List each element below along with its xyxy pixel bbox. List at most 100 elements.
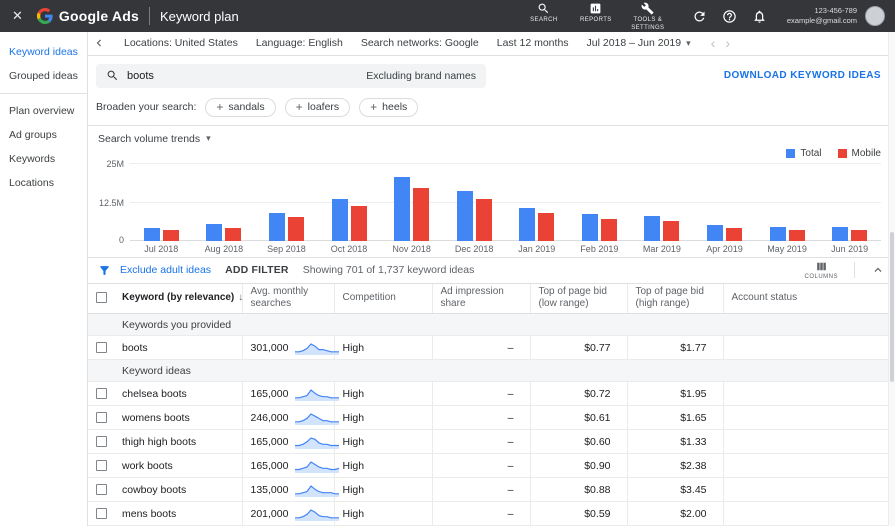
sparkline-chart [294,340,340,356]
column-header-account-status[interactable]: Account status [723,283,895,314]
row-checkbox[interactable] [96,342,107,354]
y-tick-12-5m: 12.5M [98,197,124,208]
table-row-boots[interactable]: boots 301,000 High – $0.77 $1.77 [88,335,895,360]
select-all-checkbox[interactable] [96,291,107,303]
sidebar-item-ad-groups[interactable]: Ad groups [0,123,87,147]
row-checkbox[interactable] [96,484,107,496]
add-filter-button[interactable]: ADD FILTER [225,264,289,276]
row-checkbox[interactable] [96,388,107,400]
bid-low-cell: $0.61 [530,405,628,430]
avg-searches-value: 165,000 [250,435,289,448]
filter-funnel-icon [100,265,109,275]
collapse-chart-button[interactable] [871,263,885,277]
reports-nav-button[interactable]: REPORTS [573,0,619,25]
sidebar-item-locations[interactable]: Locations [0,171,87,195]
table-row-thigh-high-boots[interactable]: thigh high boots 165,000 High – $0.60 $1… [88,429,895,454]
row-checkbox[interactable] [96,436,107,448]
showing-count-text: Showing 701 of 1,737 keyword ideas [302,264,475,277]
google-ads-logo[interactable]: Google Ads [36,8,139,24]
date-next-button[interactable]: › [725,35,730,51]
chart-type-dropdown[interactable]: Search volume trends ▾ [96,131,213,147]
sparkline-chart [294,458,340,474]
column-header-avg-searches[interactable]: Avg. monthly searches [242,283,335,314]
row-checkbox[interactable] [96,412,107,424]
settings-networks[interactable]: Search networks: Google [361,37,479,49]
table-row-womens-boots[interactable]: womens boots 246,000 High – $0.61 $1.65 [88,405,895,430]
scrollbar-thumb[interactable] [890,232,894,382]
settings-locations[interactable]: Locations: United States [124,37,238,49]
search-volume-trends-chart: Search volume trends ▾ Total Mobile 25M 1… [88,126,895,258]
broaden-chip-sandals[interactable]: + sandals [205,97,276,117]
sidebar-item-keyword-ideas[interactable]: Keyword ideas [0,40,87,64]
avg-searches-cell: 165,000 [242,429,340,454]
bar-group [380,163,443,241]
column-header-keyword[interactable]: Keyword (by relevance) ↓ [114,283,244,314]
table-row-work-boots[interactable]: work boots 165,000 High – $0.90 $2.38 [88,453,895,478]
keyword-search-input[interactable]: boots Excluding brand names [96,63,486,88]
avatar[interactable] [865,6,885,26]
competition-cell: High [334,381,433,406]
tools-settings-nav-button[interactable]: TOOLS & SETTINGS [625,0,671,33]
column-header-competition[interactable]: Competition [334,283,433,314]
columns-button[interactable]: COLUMNS [804,260,838,280]
sort-desc-icon: ↓ [238,292,244,303]
page-title: Keyword plan [159,8,239,24]
legend-swatch [786,148,796,158]
sparkline-chart [294,434,340,450]
column-header-bid-high[interactable]: Top of page bid (high range) [627,283,724,314]
search-nav-button[interactable]: SEARCH [521,0,567,25]
wrench-icon [641,2,654,15]
sidebar-item-plan-overview[interactable]: Plan overview [0,99,87,123]
competition-cell: High [334,453,433,478]
x-axis-label: Apr 2019 [706,243,743,254]
table-row-cowboy-boots[interactable]: cowboy boots 135,000 High – $0.88 $3.45 [88,477,895,502]
account-info[interactable]: 123-456-789 example@gmail.com [787,6,857,27]
row-checkbox[interactable] [96,460,107,472]
chart-title: Search volume trends [98,132,201,145]
keyword-cell: mens boots [114,501,243,526]
keyword-cell: work boots [114,453,243,478]
x-axis-label: Nov 2018 [392,243,431,254]
bid-low-cell: $0.72 [530,381,628,406]
sidebar-divider [0,93,87,94]
column-header-ad-impression[interactable]: Ad impression share [432,283,531,314]
bar-group [505,163,568,241]
row-checkbox[interactable] [96,508,107,520]
account-status-cell [723,336,895,360]
x-axis-label: Aug 2018 [204,243,244,254]
refresh-button[interactable] [688,9,712,24]
ad-impression-cell: – [432,381,531,406]
exclude-adult-ideas-link[interactable]: Exclude adult ideas [98,264,211,277]
chevron-left-icon[interactable] [92,36,106,50]
bar-mobile [225,228,242,241]
close-icon[interactable]: ✕ [12,8,23,24]
date-prev-button[interactable]: ‹ [711,35,716,51]
column-header-bid-low[interactable]: Top of page bid (low range) [530,283,628,314]
topbar-divider [148,7,150,25]
table-row-chelsea-boots[interactable]: chelsea boots 165,000 High – $0.72 $1.95 [88,381,895,406]
table-row-mens-boots[interactable]: mens boots 201,000 High – $0.59 $2.00 [88,501,895,526]
date-range-selector[interactable]: Jul 2018 – Jun 2019 ▾ [587,37,691,49]
bar-total [268,212,285,241]
sidebar-item-keywords[interactable]: Keywords [0,147,87,171]
account-status-cell [723,382,895,406]
keyword-search-row: boots Excluding brand names DOWNLOAD KEY… [88,56,895,94]
notifications-button[interactable] [748,9,772,24]
bar-group [693,163,756,241]
vertical-scrollbar[interactable] [888,32,895,526]
reports-nav-label: REPORTS [580,17,612,24]
settings-language[interactable]: Language: English [256,37,343,49]
brand-exclusion-note[interactable]: Excluding brand names [366,70,476,82]
download-keyword-ideas-link[interactable]: DOWNLOAD KEYWORD IDEAS [724,70,881,81]
avg-searches-value: 246,000 [250,411,289,424]
bar-total [832,226,849,241]
bar-mobile [725,228,742,241]
section-row-keyword-ideas: Keyword ideas [88,359,895,382]
x-axis-label: Feb 2019 [580,243,619,254]
sidebar-item-grouped-ideas[interactable]: Grouped ideas [0,64,87,88]
broaden-label: Broaden your search: [96,101,197,114]
help-button[interactable] [718,9,742,24]
columns-icon [816,262,826,271]
broaden-chip-heels[interactable]: + heels [359,97,419,117]
broaden-chip-loafers[interactable]: + loafers [284,97,351,117]
